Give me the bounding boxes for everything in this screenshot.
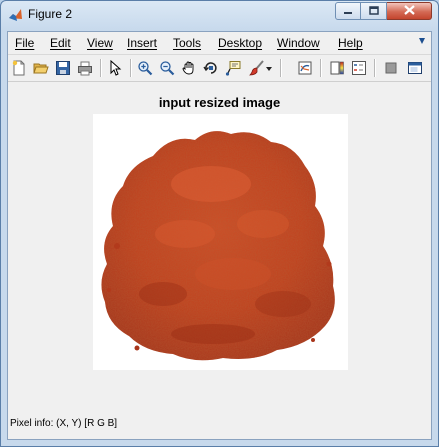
menu-insert[interactable]: Insert — [127, 36, 157, 50]
save-figure-icon[interactable] — [54, 59, 72, 77]
insert-legend-icon[interactable] — [350, 59, 368, 77]
data-cursor-icon[interactable] — [224, 59, 242, 77]
new-figure-icon[interactable] — [10, 59, 28, 77]
open-file-icon[interactable] — [32, 59, 50, 77]
toolbar-separator — [320, 59, 322, 77]
maximize-icon — [368, 2, 379, 20]
menu-window[interactable]: Window — [277, 36, 320, 50]
maximize-button[interactable] — [361, 2, 387, 20]
figure-window: Figure 2 File Edit View Insert Tools Des… — [0, 0, 439, 447]
figure-client-area: File Edit View Insert Tools Desktop Wind… — [7, 31, 432, 440]
toolbar-separator — [374, 59, 376, 77]
menu-tools[interactable]: Tools — [173, 36, 201, 50]
toolbar-separator — [100, 59, 102, 77]
menu-dock-arrow-icon[interactable] — [417, 35, 427, 50]
figure-toolbar — [8, 55, 431, 82]
rotate-3d-icon[interactable] — [202, 59, 220, 77]
matlab-figure-icon — [8, 7, 23, 22]
menu-file[interactable]: File — [15, 36, 34, 50]
minimize-icon — [343, 2, 353, 20]
menu-bar: File Edit View Insert Tools Desktop Wind… — [8, 32, 431, 55]
menu-desktop[interactable]: Desktop — [218, 36, 262, 50]
pixel-info-label: Pixel info: (X, Y) [R G B] — [10, 418, 118, 429]
axes-title: input resized image — [158, 95, 281, 110]
brush-dropdown-icon[interactable] — [264, 59, 274, 77]
hide-plot-tools-icon[interactable] — [382, 59, 400, 77]
menu-view[interactable]: View — [87, 36, 113, 50]
menu-help[interactable]: Help — [338, 36, 363, 50]
toolbar-separator — [130, 59, 132, 77]
print-figure-icon[interactable] — [76, 59, 94, 77]
zoom-out-icon[interactable] — [158, 59, 176, 77]
toolbar-separator — [280, 59, 282, 77]
close-button[interactable] — [387, 2, 432, 20]
orange-powder-pile-image — [101, 131, 335, 361]
window-title: Figure 2 — [28, 7, 73, 21]
edit-plot-icon[interactable] — [106, 59, 124, 77]
pan-icon[interactable] — [180, 59, 198, 77]
show-plot-tools-icon[interactable] — [406, 59, 424, 77]
link-plot-icon[interactable] — [296, 59, 314, 77]
resized-image-axes[interactable] — [93, 114, 348, 370]
close-icon — [403, 2, 415, 20]
zoom-in-icon[interactable] — [136, 59, 154, 77]
title-bar[interactable]: Figure 2 — [1, 1, 438, 28]
insert-colorbar-icon[interactable] — [328, 59, 346, 77]
minimize-button[interactable] — [335, 2, 361, 20]
menu-edit[interactable]: Edit — [50, 36, 71, 50]
